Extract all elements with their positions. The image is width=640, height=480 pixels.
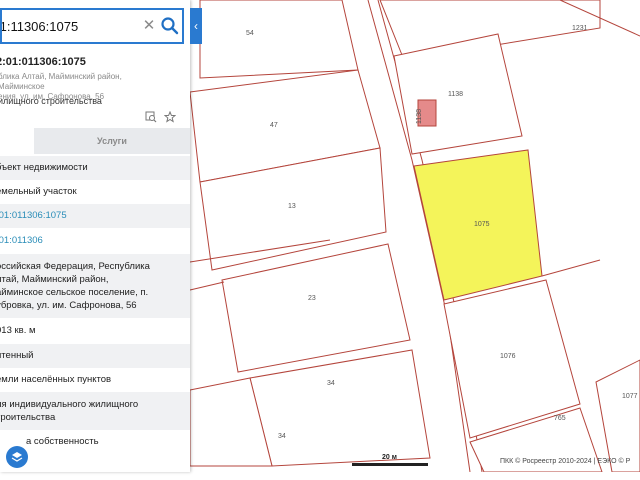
cadastral-number-link[interactable]: :01:011306:1075 [0,210,67,221]
row-status: итенный [0,344,190,368]
status-value: итенный [0,350,34,361]
address-line: лтай, Майминский район, [0,274,109,285]
scale-label: 20 м [382,454,397,461]
ownership-value: а собственность [26,436,99,447]
row-cadastral-number[interactable]: :01:011306:1075 [0,204,190,228]
address-line: убровка, ул. им. Сафронова, 56 [0,300,137,311]
plot-label-23: 23 [308,295,316,302]
row-permitted-use: ля индивидуального жилищного троительств… [0,392,190,430]
plot-label-1077: 1077 [622,393,638,400]
object-kind-value: емельный участок [0,186,77,197]
plot-label-34b: 34 [278,433,286,440]
cadastral-quarter-link[interactable]: :01:011306 [0,235,43,246]
plot-label-1075: 1075 [474,221,490,228]
plot-label-1138: 1138 [448,91,463,98]
row-ownership: а собственность [0,430,190,454]
object-type-value: бъект недвижимости [0,162,88,173]
map-plot[interactable] [249,349,431,467]
info-panel: ✕ 2:01:011306:1075 блика Алтай, Майминск… [0,0,190,472]
panel-tabs: Услуги [0,128,190,154]
scale-bar: 20 м [352,454,428,466]
row-cadastral-quarter[interactable]: :01:011306 [0,228,190,254]
plot-label-765: 765 [554,415,566,422]
area-value: 013 кв. м [0,325,36,336]
address-line: оссийская Федерация, Республика [0,261,150,272]
plot-label-47: 47 [270,122,278,129]
app: 1138 54 1231 1138 47 1075 13 23 1076 34 … [0,0,640,480]
plot-label-54: 54 [246,30,254,37]
row-object-kind: емельный участок [0,180,190,204]
plot-purpose-short: илищного строительства [0,96,102,106]
map-plot[interactable] [595,359,640,473]
search-icon[interactable] [158,14,182,38]
address-line: айминское сельское поселение, п. [0,287,149,298]
star-icon[interactable] [163,110,177,123]
tab-info[interactable] [0,128,34,154]
plot-label-13: 13 [288,203,296,210]
map-copyright: ПКК © Росреестр 2010-2024 | ЕЭКО © Р [500,458,631,465]
tab-services[interactable]: Услуги [34,128,190,154]
permitted-use-line: ля индивидуального жилищного [0,399,139,410]
layers-button[interactable] [6,446,28,468]
clear-icon[interactable]: ✕ [142,16,156,36]
plot-label-1076: 1076 [500,353,516,360]
parcel-boundary [189,281,225,291]
search-bar: ✕ [0,8,184,44]
row-area: 013 кв. м [0,318,190,344]
row-object-type: бъект недвижимости [0,156,190,180]
bottom-strip [0,472,640,480]
parcel-boundary [541,259,601,277]
collapse-panel-button[interactable]: ‹ [190,8,202,44]
plot-label-1231: 1231 [572,25,588,32]
permitted-use-line: троительства [0,412,56,423]
building-label: 1138 [416,109,423,124]
scale-line [352,463,428,466]
map-plot[interactable] [221,243,411,373]
row-address: оссийская Федерация, Республика лтай, Ма… [0,254,190,318]
layers-icon [11,452,23,462]
land-category-value: емли населённых пунктов [0,374,112,385]
row-land-category: емли населённых пунктов [0,368,190,392]
search-input[interactable] [2,10,142,42]
plot-label-34: 34 [327,380,335,387]
zoom-to-icon[interactable] [145,110,157,123]
plot-number: 2:01:011306:1075 [0,56,86,68]
map-plot[interactable] [199,0,359,79]
